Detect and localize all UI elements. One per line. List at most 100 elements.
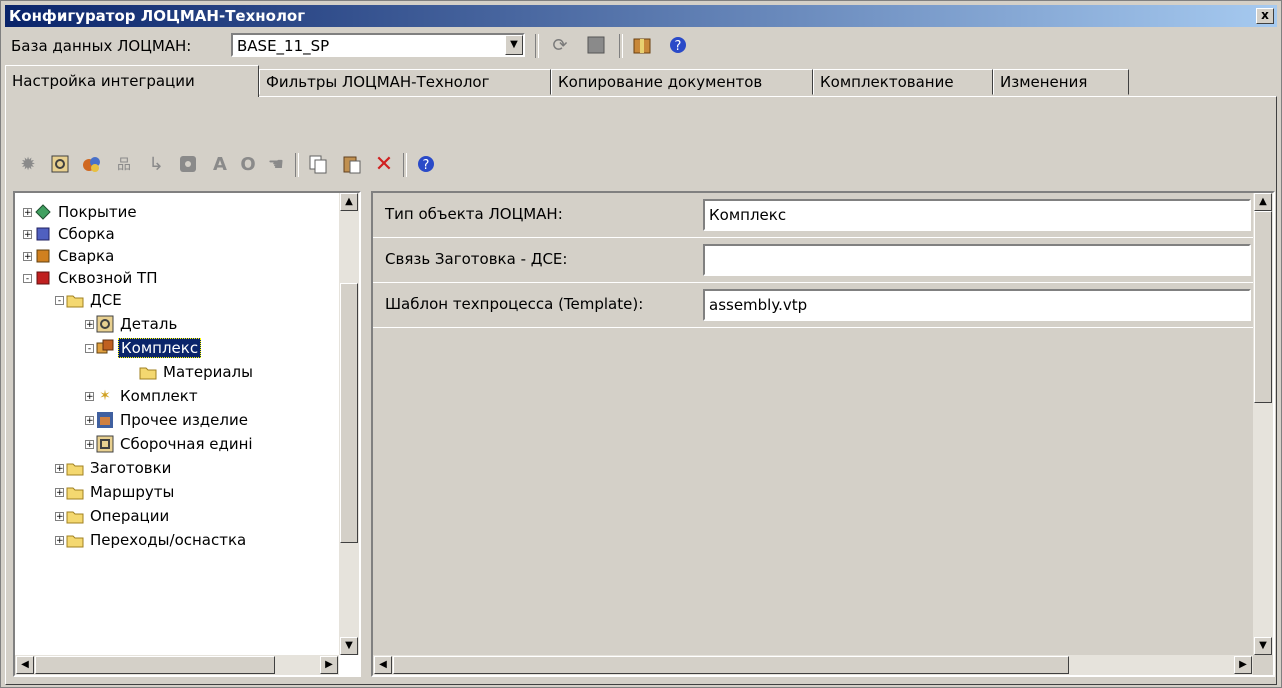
expand-icon[interactable]: + <box>85 319 94 329</box>
tree-node-complex[interactable]: - Комплекс <box>85 337 202 359</box>
coating-icon <box>34 203 52 221</box>
group-icon[interactable] <box>79 151 105 177</box>
save-icon[interactable] <box>583 32 609 58</box>
tree-node-part[interactable]: + Деталь <box>85 313 179 335</box>
assembly-unit-icon <box>96 435 114 453</box>
record-icon[interactable] <box>175 151 201 177</box>
scroll-down-icon[interactable]: ▼ <box>1254 637 1272 655</box>
help-icon[interactable]: ? <box>665 32 691 58</box>
folder-icon <box>66 531 84 549</box>
expand-icon[interactable]: + <box>85 415 94 425</box>
package-icon[interactable] <box>629 32 655 58</box>
blank-link-field[interactable] <box>703 244 1251 276</box>
tree-node-assembly-unit[interactable]: + Сборочная едині <box>85 433 255 455</box>
scroll-up-icon[interactable]: ▲ <box>340 193 358 211</box>
tree-label: Сварка <box>58 247 115 265</box>
expand-icon[interactable]: + <box>23 251 32 261</box>
tree-node-transitions[interactable]: + Переходы/оснастка <box>55 529 248 551</box>
props-horizontal-scrollbar[interactable]: ◀ ▶ <box>373 655 1253 675</box>
tab-integration-settings[interactable]: Настройка интеграции <box>5 65 259 97</box>
hierarchy-icon[interactable]: 品 <box>111 151 137 177</box>
scroll-thumb[interactable] <box>393 656 1069 674</box>
tab-copy-documents[interactable]: Копирование документов <box>551 69 813 95</box>
props-vertical-scrollbar[interactable]: ▲ ▼ <box>1253 193 1273 655</box>
database-value: BASE_11_SP <box>237 37 330 55</box>
copy-icon[interactable] <box>305 151 331 177</box>
tree-horizontal-scrollbar[interactable]: ◀ ▶ <box>15 655 339 675</box>
tree-vertical-scrollbar[interactable]: ▲ ▼ <box>339 193 359 655</box>
tab-strip: Настройка интеграции Фильтры ЛОЦМАН-Техн… <box>5 65 1277 97</box>
tree-node-welding[interactable]: + Сварка <box>23 245 116 267</box>
collapse-icon[interactable]: - <box>23 273 32 283</box>
tree-toolbar: ✹ 品 ↳ A O ☚ ✕ ? <box>9 147 1269 181</box>
scroll-right-icon[interactable]: ▶ <box>1234 656 1252 674</box>
expand-icon[interactable]: + <box>23 207 32 217</box>
scroll-thumb[interactable] <box>1254 211 1272 403</box>
database-label: База данных ЛОЦМАН: <box>11 37 192 55</box>
tree-label: Материалы <box>163 363 253 381</box>
tree-label: Сквозной ТП <box>58 269 158 287</box>
tree-node-kit[interactable]: + ✶ Комплект <box>85 385 200 407</box>
scroll-left-icon[interactable]: ◀ <box>16 656 34 674</box>
template-field[interactable]: assembly.vtp <box>703 289 1251 321</box>
tree-label: Комплект <box>120 387 198 405</box>
expand-icon[interactable]: + <box>55 511 64 521</box>
tree-label: Операции <box>90 507 170 525</box>
expand-icon[interactable]: + <box>23 229 32 239</box>
tree-node-dse[interactable]: - ДСЕ <box>55 289 124 311</box>
expand-icon[interactable]: + <box>55 487 64 497</box>
hand-icon[interactable]: ☚ <box>263 151 289 177</box>
tree-label: Деталь <box>120 315 178 333</box>
object-type-field[interactable]: Комплекс <box>703 199 1251 231</box>
other-product-icon <box>96 411 114 429</box>
close-button[interactable]: x <box>1256 8 1274 24</box>
property-row: Шаблон техпроцесса (Template): assembly.… <box>373 283 1253 328</box>
refresh-icon[interactable]: ⟳ <box>547 32 573 58</box>
property-label: Тип объекта ЛОЦМАН: <box>385 205 563 223</box>
tree-node-blanks[interactable]: + Заготовки <box>55 457 173 479</box>
toolbar-separator <box>295 153 299 177</box>
part-icon <box>96 315 114 333</box>
tab-changes[interactable]: Изменения <box>993 69 1129 95</box>
expand-icon[interactable]: + <box>55 463 64 473</box>
tree-node-other-product[interactable]: + Прочее изделие <box>85 409 250 431</box>
expand-icon[interactable]: + <box>85 439 94 449</box>
window-title: Конфигуратор ЛОЦМАН-Технолог <box>9 7 306 25</box>
help-icon[interactable]: ? <box>413 151 439 177</box>
scroll-thumb[interactable] <box>340 283 358 543</box>
tab-completion[interactable]: Комплектование <box>813 69 993 95</box>
toolbar-separator <box>535 34 539 58</box>
collapse-icon[interactable]: - <box>55 295 64 305</box>
database-select[interactable]: BASE_11_SP ▼ <box>231 33 525 57</box>
tree-node-assembly[interactable]: + Сборка <box>23 223 117 245</box>
tree-label: ДСЕ <box>90 291 122 309</box>
paste-icon[interactable] <box>339 151 365 177</box>
kit-icon: ✶ <box>99 388 111 404</box>
scroll-left-icon[interactable]: ◀ <box>374 656 392 674</box>
tab-filters[interactable]: Фильтры ЛОЦМАН-Технолог <box>259 69 551 95</box>
expand-icon[interactable]: + <box>85 391 94 401</box>
tree-node-operations[interactable]: + Операции <box>55 505 171 527</box>
gear-icon[interactable]: ✹ <box>15 151 41 177</box>
object-tree[interactable]: + Покрытие + Сборка + Сварка - Сквозной … <box>13 191 361 677</box>
scroll-thumb[interactable] <box>35 656 275 674</box>
tree-node-coating[interactable]: + Покрытие <box>23 201 139 223</box>
folder-icon <box>66 291 84 309</box>
collapse-icon[interactable]: - <box>85 343 94 353</box>
scroll-down-icon[interactable]: ▼ <box>340 637 358 655</box>
delete-icon[interactable]: ✕ <box>371 151 397 177</box>
tree-node-through-process[interactable]: - Сквозной ТП <box>23 267 159 289</box>
circle-icon[interactable]: O <box>235 151 261 177</box>
title-bar[interactable]: Конфигуратор ЛОЦМАН-Технолог x <box>5 5 1277 27</box>
tree-label: Прочее изделие <box>120 411 248 429</box>
scroll-up-icon[interactable]: ▲ <box>1254 193 1272 211</box>
detail-icon[interactable] <box>47 151 73 177</box>
tree-node-routes[interactable]: + Маршруты <box>55 481 176 503</box>
scroll-right-icon[interactable]: ▶ <box>320 656 338 674</box>
text-icon[interactable]: A <box>207 151 233 177</box>
expand-icon[interactable]: + <box>55 535 64 545</box>
property-label: Связь Заготовка - ДСЕ: <box>385 250 568 268</box>
link-icon[interactable]: ↳ <box>143 151 169 177</box>
chevron-down-icon[interactable]: ▼ <box>505 35 523 55</box>
tree-node-materials[interactable]: Материалы <box>139 361 255 383</box>
